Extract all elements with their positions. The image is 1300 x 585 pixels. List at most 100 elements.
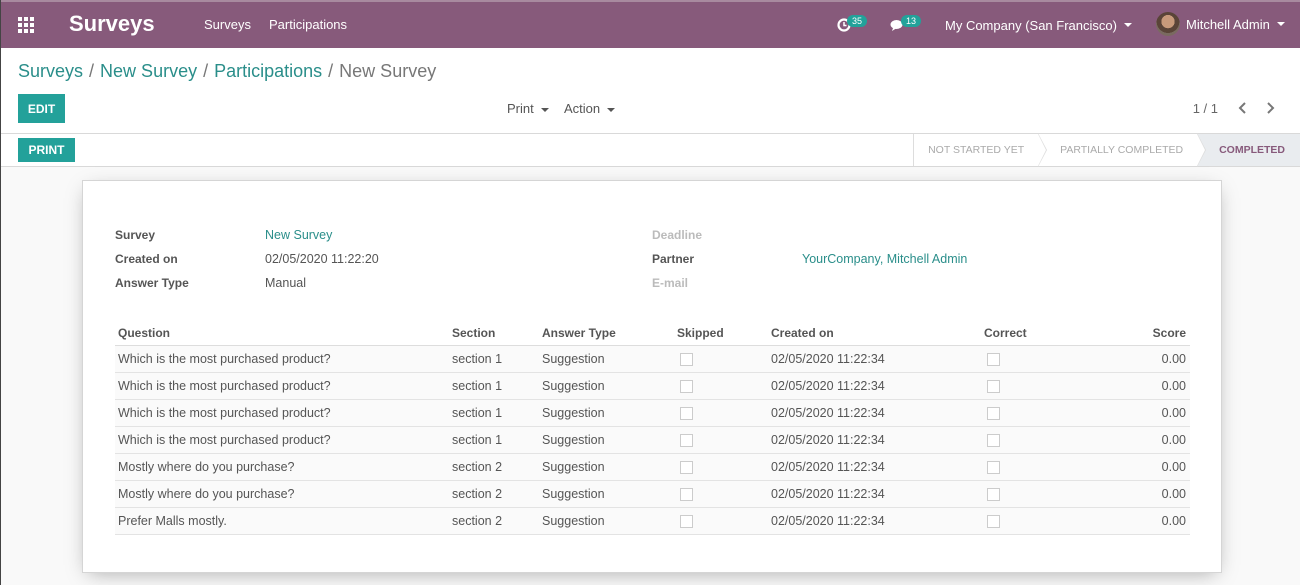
company-name: My Company (San Francisco) <box>945 17 1117 33</box>
created-on-cell: 02/05/2020 11:22:34 <box>768 345 981 373</box>
pager-value: 1 / 1 <box>1192 101 1218 116</box>
column-header-score[interactable]: Score <box>1091 321 1190 346</box>
correct-checkbox <box>987 460 1000 474</box>
stage-not-started[interactable]: NOT STARTED YET <box>914 133 1048 167</box>
table-row[interactable]: Which is the most purchased product? sect… <box>115 426 1190 454</box>
apps-menu-icon[interactable] <box>18 17 34 33</box>
correct-cell <box>981 426 1091 454</box>
created-on-cell: 02/05/2020 11:22:34 <box>768 399 981 427</box>
question-cell: Mostly where do you purchase? <box>115 480 449 508</box>
message-count-badge: 13 <box>901 15 922 27</box>
activity-menu[interactable]: 35 <box>837 14 868 36</box>
question-cell: Mostly where do you purchase? <box>115 453 449 481</box>
created-on-cell: 02/05/2020 11:22:34 <box>768 480 981 508</box>
table-row[interactable]: Mostly where do you purchase? section 2 Su… <box>115 480 1190 508</box>
table-row[interactable]: Which is the most purchased product? sect… <box>115 345 1190 373</box>
answer-type-cell: Suggestion <box>539 453 674 481</box>
column-header-section[interactable]: Section <box>449 321 539 346</box>
menu-surveys[interactable]: Surveys <box>204 17 251 32</box>
created-on-label: Created on <box>115 252 178 266</box>
form-sheet: Survey New Survey Created on 02/05/2020 … <box>82 180 1222 573</box>
company-switcher[interactable]: My Company (San Francisco) <box>945 14 1132 36</box>
created-on-cell: 02/05/2020 11:22:34 <box>768 453 981 481</box>
partner-value[interactable]: YourCompany, Mitchell Admin <box>802 252 967 266</box>
survey-label: Survey <box>115 228 156 242</box>
skipped-cell <box>674 372 768 400</box>
breadcrumb: Surveys / New Survey / Participations / New Su… <box>18 61 436 82</box>
stage-completed[interactable]: COMPLETED <box>1197 134 1300 166</box>
print-button[interactable]: PRINT <box>18 138 75 162</box>
section-cell: section 1 <box>449 426 539 454</box>
created-on-value: 02/05/2020 11:22:20 <box>265 252 379 266</box>
breadcrumb-separator: / <box>89 61 95 81</box>
table-row[interactable]: Mostly where do you purchase? section 2 Su… <box>115 453 1190 481</box>
pager-previous-button[interactable] <box>1233 98 1253 118</box>
correct-checkbox <box>987 433 1000 447</box>
correct-cell <box>981 399 1091 427</box>
skipped-checkbox <box>680 460 693 474</box>
deadline-label: Deadline <box>652 228 703 242</box>
section-cell: section 2 <box>449 480 539 508</box>
correct-cell <box>981 372 1091 400</box>
activity-count-badge: 35 <box>847 15 868 27</box>
correct-checkbox <box>987 514 1000 528</box>
score-cell: 0.00 <box>1091 372 1190 400</box>
user-name: Mitchell Admin <box>1186 16 1270 32</box>
table-row[interactable]: Prefer Malls mostly. section 2 Suggestion 0… <box>115 507 1190 535</box>
breadcrumb-new-survey[interactable]: New Survey <box>100 61 197 81</box>
question-cell: Which is the most purchased product? <box>115 426 449 454</box>
table-header-row: Question Section Answer Type Skipped Cre… <box>115 321 1190 346</box>
correct-checkbox <box>987 487 1000 501</box>
answers-table: Question Section Answer Type Skipped Cre… <box>115 321 1190 535</box>
question-cell: Which is the most purchased product? <box>115 345 449 373</box>
question-cell: Which is the most purchased product? <box>115 399 449 427</box>
action-dropdown-label: Action <box>564 101 601 116</box>
user-menu[interactable]: Mitchell Admin <box>1156 12 1285 36</box>
breadcrumb-separator: / <box>328 61 334 81</box>
correct-cell <box>981 453 1091 481</box>
table-row[interactable]: Which is the most purchased product? sect… <box>115 372 1190 400</box>
skipped-checkbox <box>680 433 693 447</box>
chevron-left-icon <box>1238 102 1246 114</box>
score-cell: 0.00 <box>1091 507 1190 535</box>
table-row[interactable]: Which is the most purchased product? sect… <box>115 399 1190 427</box>
question-cell: Which is the most purchased product? <box>115 372 449 400</box>
top-navbar: Surveys Surveys Participations 35 13 My … <box>1 0 1300 48</box>
menu-participations[interactable]: Participations <box>269 17 347 32</box>
column-header-created-on[interactable]: Created on <box>768 321 981 346</box>
score-cell: 0.00 <box>1091 345 1190 373</box>
survey-value[interactable]: New Survey <box>265 228 332 242</box>
correct-checkbox <box>987 352 1000 366</box>
chevron-down-icon <box>1276 22 1285 26</box>
breadcrumb-participations[interactable]: Participations <box>214 61 322 81</box>
stage-partially-completed[interactable]: PARTIALLY COMPLETED <box>1038 133 1207 167</box>
correct-checkbox <box>987 379 1000 393</box>
stage-selector: NOT STARTED YET PARTIALLY COMPLETED COMP… <box>913 133 1300 167</box>
score-cell: 0.00 <box>1091 426 1190 454</box>
created-on-cell: 02/05/2020 11:22:34 <box>768 426 981 454</box>
app-title: Surveys <box>69 11 155 36</box>
breadcrumb-current: New Survey <box>339 61 437 81</box>
column-header-answer-type[interactable]: Answer Type <box>539 321 674 346</box>
breadcrumb-surveys[interactable]: Surveys <box>18 61 83 81</box>
edit-button[interactable]: EDIT <box>18 94 65 123</box>
print-dropdown-label: Print <box>507 101 534 116</box>
section-cell: section 2 <box>449 453 539 481</box>
breadcrumb-separator: / <box>203 61 209 81</box>
question-cell: Prefer Malls mostly. <box>115 507 449 535</box>
action-dropdown[interactable]: Action <box>564 101 616 116</box>
print-dropdown[interactable]: Print <box>507 101 549 116</box>
column-header-question[interactable]: Question <box>115 321 449 346</box>
email-label: E-mail <box>652 276 689 290</box>
messaging-menu[interactable]: 13 <box>890 14 922 36</box>
pager-next-button[interactable] <box>1260 98 1280 118</box>
correct-checkbox <box>987 406 1000 420</box>
column-header-skipped[interactable]: Skipped <box>674 321 768 346</box>
control-panel: Surveys / New Survey / Participations / New Su… <box>1 48 1300 134</box>
chevron-down-icon <box>607 107 616 112</box>
skipped-cell <box>674 399 768 427</box>
column-header-correct[interactable]: Correct <box>981 321 1091 346</box>
chevron-down-icon <box>540 107 549 112</box>
correct-cell <box>981 507 1091 535</box>
answer-type-cell: Suggestion <box>539 345 674 373</box>
